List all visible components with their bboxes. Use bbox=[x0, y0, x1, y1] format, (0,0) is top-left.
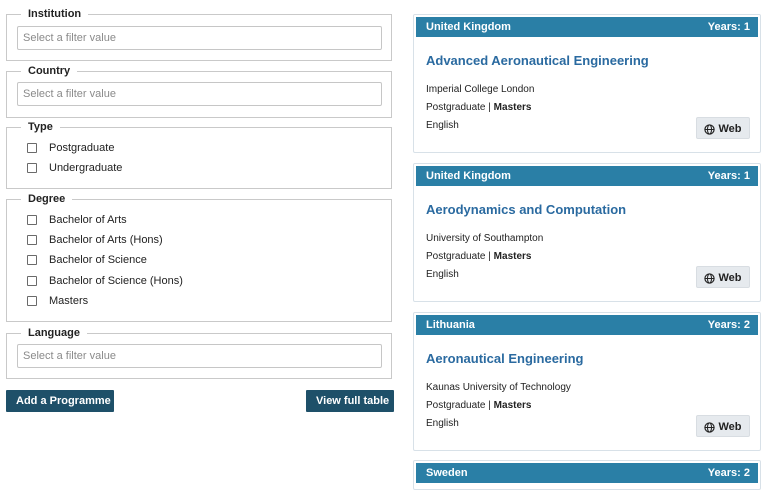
programme-institution: Kaunas University of Technology bbox=[426, 382, 571, 393]
programme-degree: Masters bbox=[494, 251, 532, 262]
programme-institution: Imperial College London bbox=[426, 84, 534, 95]
degree-option-ba-hons[interactable]: Bachelor of Arts (Hons) bbox=[27, 232, 163, 248]
card-header: Sweden Years: 2 bbox=[416, 463, 758, 483]
degree-option-bsc[interactable]: Bachelor of Science bbox=[27, 252, 147, 268]
bachelor-of-arts-checkbox[interactable] bbox=[27, 215, 37, 225]
bachelor-of-science-checkbox[interactable] bbox=[27, 255, 37, 265]
card-header: United Kingdom Years: 1 bbox=[416, 166, 758, 186]
programme-type-degree: Postgraduate | Masters bbox=[426, 102, 531, 113]
programme-title[interactable]: Advanced Aeronautical Engineering bbox=[426, 53, 649, 68]
card-years: Years: 2 bbox=[708, 315, 750, 335]
bachelor-of-science-hons-label: Bachelor of Science (Hons) bbox=[49, 275, 183, 287]
add-programme-button[interactable]: Add a Programme bbox=[6, 390, 114, 412]
type-filter: Type Postgraduate Undergraduate bbox=[6, 127, 392, 189]
bachelor-of-science-label: Bachelor of Science bbox=[49, 254, 147, 266]
web-button-label: Web bbox=[718, 123, 741, 135]
web-button[interactable]: Web bbox=[696, 117, 750, 139]
programme-card: United Kingdom Years: 1 Aerodynamics and… bbox=[413, 163, 761, 302]
programme-title[interactable]: Aeronautical Engineering bbox=[426, 351, 583, 366]
type-option-postgraduate[interactable]: Postgraduate bbox=[27, 140, 114, 156]
programme-type-degree: Postgraduate | Masters bbox=[426, 251, 531, 262]
globe-icon bbox=[704, 422, 715, 433]
card-header: United Kingdom Years: 1 bbox=[416, 17, 758, 37]
programme-type: Postgraduate bbox=[426, 400, 486, 411]
language-filter-input[interactable] bbox=[17, 344, 382, 368]
programme-institution: University of Southampton bbox=[426, 233, 543, 244]
bachelor-of-arts-hons-label: Bachelor of Arts (Hons) bbox=[49, 234, 163, 246]
programme-card: United Kingdom Years: 1 Advanced Aeronau… bbox=[413, 14, 761, 153]
web-button-label: Web bbox=[718, 272, 741, 284]
card-years: Years: 1 bbox=[708, 17, 750, 37]
card-header: Lithuania Years: 2 bbox=[416, 315, 758, 335]
bachelor-of-arts-label: Bachelor of Arts bbox=[49, 214, 127, 226]
programme-type-degree: Postgraduate | Masters bbox=[426, 400, 531, 411]
degree-legend: Degree bbox=[21, 192, 72, 206]
programme-card: Lithuania Years: 2 Aeronautical Engineer… bbox=[413, 312, 761, 451]
separator: | bbox=[488, 102, 491, 113]
separator: | bbox=[488, 251, 491, 262]
degree-option-masters[interactable]: Masters bbox=[27, 293, 88, 309]
programme-language: English bbox=[426, 418, 459, 429]
masters-label: Masters bbox=[49, 295, 88, 307]
degree-filter: Degree Bachelor of Arts Bachelor of Arts… bbox=[6, 199, 392, 322]
institution-filter-input[interactable] bbox=[17, 26, 382, 50]
card-country: Sweden bbox=[426, 463, 468, 483]
country-filter: Country bbox=[6, 71, 392, 118]
masters-checkbox[interactable] bbox=[27, 296, 37, 306]
programme-language: English bbox=[426, 269, 459, 280]
bachelor-of-arts-hons-checkbox[interactable] bbox=[27, 235, 37, 245]
programme-card: Sweden Years: 2 bbox=[413, 460, 761, 490]
programme-language: English bbox=[426, 120, 459, 131]
separator: | bbox=[488, 400, 491, 411]
language-filter: Language bbox=[6, 333, 392, 379]
card-country: United Kingdom bbox=[426, 166, 511, 186]
postgraduate-checkbox[interactable] bbox=[27, 143, 37, 153]
institution-filter: Institution bbox=[6, 14, 392, 61]
card-country: Lithuania bbox=[426, 315, 475, 335]
country-legend: Country bbox=[21, 64, 77, 78]
web-button[interactable]: Web bbox=[696, 415, 750, 437]
card-years: Years: 2 bbox=[708, 463, 750, 483]
undergraduate-label: Undergraduate bbox=[49, 162, 122, 174]
programme-type: Postgraduate bbox=[426, 102, 486, 113]
programme-type: Postgraduate bbox=[426, 251, 486, 262]
programme-title[interactable]: Aerodynamics and Computation bbox=[426, 202, 626, 217]
type-option-undergraduate[interactable]: Undergraduate bbox=[27, 160, 122, 176]
type-legend: Type bbox=[21, 120, 60, 134]
bachelor-of-science-hons-checkbox[interactable] bbox=[27, 276, 37, 286]
institution-legend: Institution bbox=[21, 7, 88, 21]
web-button-label: Web bbox=[718, 421, 741, 433]
web-button[interactable]: Web bbox=[696, 266, 750, 288]
country-filter-input[interactable] bbox=[17, 82, 382, 106]
card-country: United Kingdom bbox=[426, 17, 511, 37]
view-full-table-button[interactable]: View full table bbox=[306, 390, 394, 412]
globe-icon bbox=[704, 273, 715, 284]
postgraduate-label: Postgraduate bbox=[49, 142, 114, 154]
card-years: Years: 1 bbox=[708, 166, 750, 186]
degree-option-bsc-hons[interactable]: Bachelor of Science (Hons) bbox=[27, 273, 183, 289]
degree-option-ba[interactable]: Bachelor of Arts bbox=[27, 212, 127, 228]
programme-degree: Masters bbox=[494, 400, 532, 411]
globe-icon bbox=[704, 124, 715, 135]
undergraduate-checkbox[interactable] bbox=[27, 163, 37, 173]
programme-degree: Masters bbox=[494, 102, 532, 113]
language-legend: Language bbox=[21, 326, 87, 340]
